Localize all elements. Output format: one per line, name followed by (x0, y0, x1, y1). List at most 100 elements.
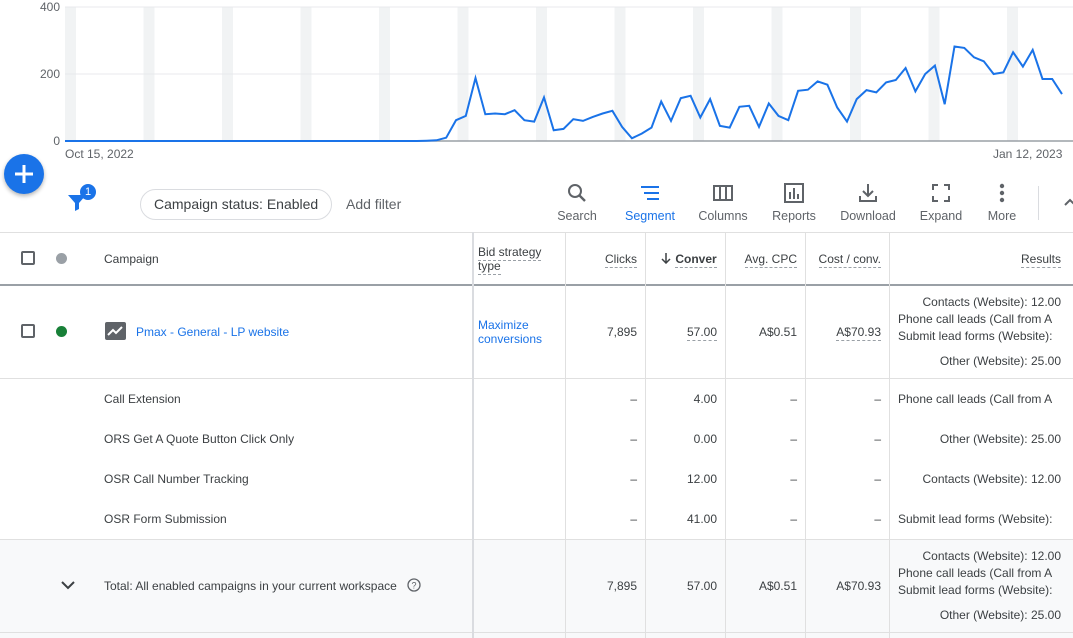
help-icon[interactable]: ? (407, 578, 421, 592)
x-end-label: Jan 12, 2023 (993, 147, 1063, 161)
total-results-line: Contacts (Website): 12.00 (922, 549, 1061, 563)
y-tick-label: 400 (39, 0, 60, 14)
clicks-value: – (630, 392, 637, 406)
enabled-status-dot (56, 326, 67, 337)
conversion-action-name: Call Extension (104, 392, 181, 406)
header-bid-strategy[interactable]: Bid strategy type (478, 245, 558, 275)
bid-strategy-link[interactable]: Maximize conversions (478, 318, 560, 346)
header-conversions-label: Conver (675, 252, 717, 268)
campaign-status-filter-chip[interactable]: Campaign status: Enabled (140, 189, 333, 220)
table-top-border (0, 232, 1073, 233)
svg-text:?: ? (411, 581, 416, 591)
header-results[interactable]: Results (890, 252, 1061, 268)
more-label: More (987, 209, 1017, 223)
header-bottom-border (0, 284, 1073, 286)
collapse-chevron-icon[interactable] (1062, 195, 1073, 209)
results-line: Contacts (Website): 12.00 (922, 295, 1061, 309)
header-conversions[interactable]: Conver (660, 252, 717, 268)
header-cost-conv-label: Cost / conv. (818, 252, 881, 268)
total-clicks: 7,895 (606, 579, 637, 593)
column-divider (472, 232, 474, 638)
cost-conv-value-text: A$70.93 (836, 325, 881, 341)
total-row-label: Total: All enabled campaigns in your cur… (104, 579, 397, 593)
expand-button[interactable]: Expand (918, 182, 964, 228)
cost-conv-value: – (874, 472, 881, 486)
conversions-value-text: 57.00 (686, 325, 717, 341)
total-results-line: Submit lead forms (Website): (898, 583, 1053, 597)
header-clicks[interactable]: Clicks (566, 252, 637, 268)
chart-canvas (65, 6, 1073, 142)
total-avg-cpc: A$0.51 (758, 579, 797, 593)
expand-chevron-icon[interactable] (60, 579, 76, 591)
results-value: Contacts (Website): 12.00 (922, 472, 1061, 486)
more-vert-icon (999, 183, 1005, 203)
cost-conv-value[interactable]: A$70.93 (806, 325, 881, 341)
cost-conv-value: – (874, 432, 881, 446)
segment-label: Segment (624, 209, 676, 223)
row-divider (0, 632, 1073, 633)
download-button[interactable]: Download (838, 182, 898, 228)
conversions-value[interactable]: 57.00 (646, 325, 717, 341)
results-line: Submit lead forms (Website): (898, 329, 1053, 343)
reports-button[interactable]: Reports (770, 182, 818, 228)
total-results-line: Other (Website): 25.00 (939, 608, 1061, 622)
header-results-label: Results (1020, 252, 1061, 268)
status-header-dot (56, 253, 67, 264)
download-label: Download (840, 209, 896, 223)
header-cost-conv[interactable]: Cost / conv. (806, 252, 881, 268)
avg-cpc-value: A$0.51 (758, 325, 797, 339)
total-results-line: Phone call leads (Call from A (898, 566, 1053, 580)
conversion-action-name: ORS Get A Quote Button Click Only (104, 432, 295, 446)
performance-max-icon (105, 322, 126, 340)
filter-count-badge: 1 (80, 184, 96, 200)
download-icon (859, 184, 877, 202)
toolbar-divider (1038, 186, 1039, 220)
conversions-value: 12.00 (686, 472, 717, 486)
clicks-value: – (630, 432, 637, 446)
header-clicks-label: Clicks (605, 252, 637, 268)
avg-cpc-value: – (790, 432, 797, 446)
cost-conv-value: – (874, 512, 881, 526)
more-button[interactable]: More (984, 182, 1020, 228)
total-conversions: 57.00 (686, 579, 717, 593)
results-line: Other (Website): 25.00 (939, 354, 1061, 368)
avg-cpc-value: – (790, 512, 797, 526)
conversion-action-name: OSR Form Submission (104, 512, 227, 526)
plus-icon (15, 165, 33, 183)
row-divider (0, 539, 1073, 540)
columns-label: Columns (698, 209, 748, 223)
conversions-value: 41.00 (686, 512, 717, 526)
cost-conv-value: – (874, 392, 881, 406)
select-all-checkbox[interactable] (21, 251, 35, 265)
x-start-label: Oct 15, 2022 (65, 147, 134, 161)
sort-down-icon (661, 253, 671, 265)
conversion-action-name: OSR Call Number Tracking (104, 472, 249, 486)
reports-icon (784, 183, 804, 203)
results-value: Other (Website): 25.00 (939, 432, 1061, 446)
header-campaign[interactable]: Campaign (104, 252, 159, 266)
conversions-value: 0.00 (693, 432, 717, 446)
header-avg-cpc[interactable]: Avg. CPC (726, 252, 797, 268)
expand-icon (932, 184, 950, 202)
columns-button[interactable]: Columns (697, 182, 749, 228)
clicks-value: 7,895 (606, 325, 637, 339)
segment-icon (641, 186, 659, 200)
y-tick-label: 200 (39, 67, 60, 81)
results-value: Phone call leads (Call from A (898, 392, 1053, 406)
clicks-value: – (630, 472, 637, 486)
performance-chart: 400 200 0 Oct 15, 2022 Jan 12, 2023 (0, 0, 1073, 170)
campaign-row-checkbox[interactable] (21, 324, 35, 338)
chart-series-line (65, 45, 1063, 142)
add-filter-button[interactable]: Add filter (346, 196, 401, 212)
results-value: Submit lead forms (Website): (898, 512, 1053, 526)
avg-cpc-value: – (790, 472, 797, 486)
header-bid-strategy-label: Bid strategy type (478, 245, 542, 275)
search-button[interactable]: Search (556, 182, 598, 228)
search-icon (568, 184, 586, 202)
results-line: Phone call leads (Call from A (898, 312, 1053, 326)
campaign-name-link[interactable]: Pmax - General - LP website (136, 325, 289, 339)
segment-button[interactable]: Segment (622, 182, 678, 228)
create-fab-button[interactable] (4, 154, 44, 194)
y-tick-label: 0 (53, 134, 60, 148)
total-cost-conv: A$70.93 (836, 579, 881, 593)
